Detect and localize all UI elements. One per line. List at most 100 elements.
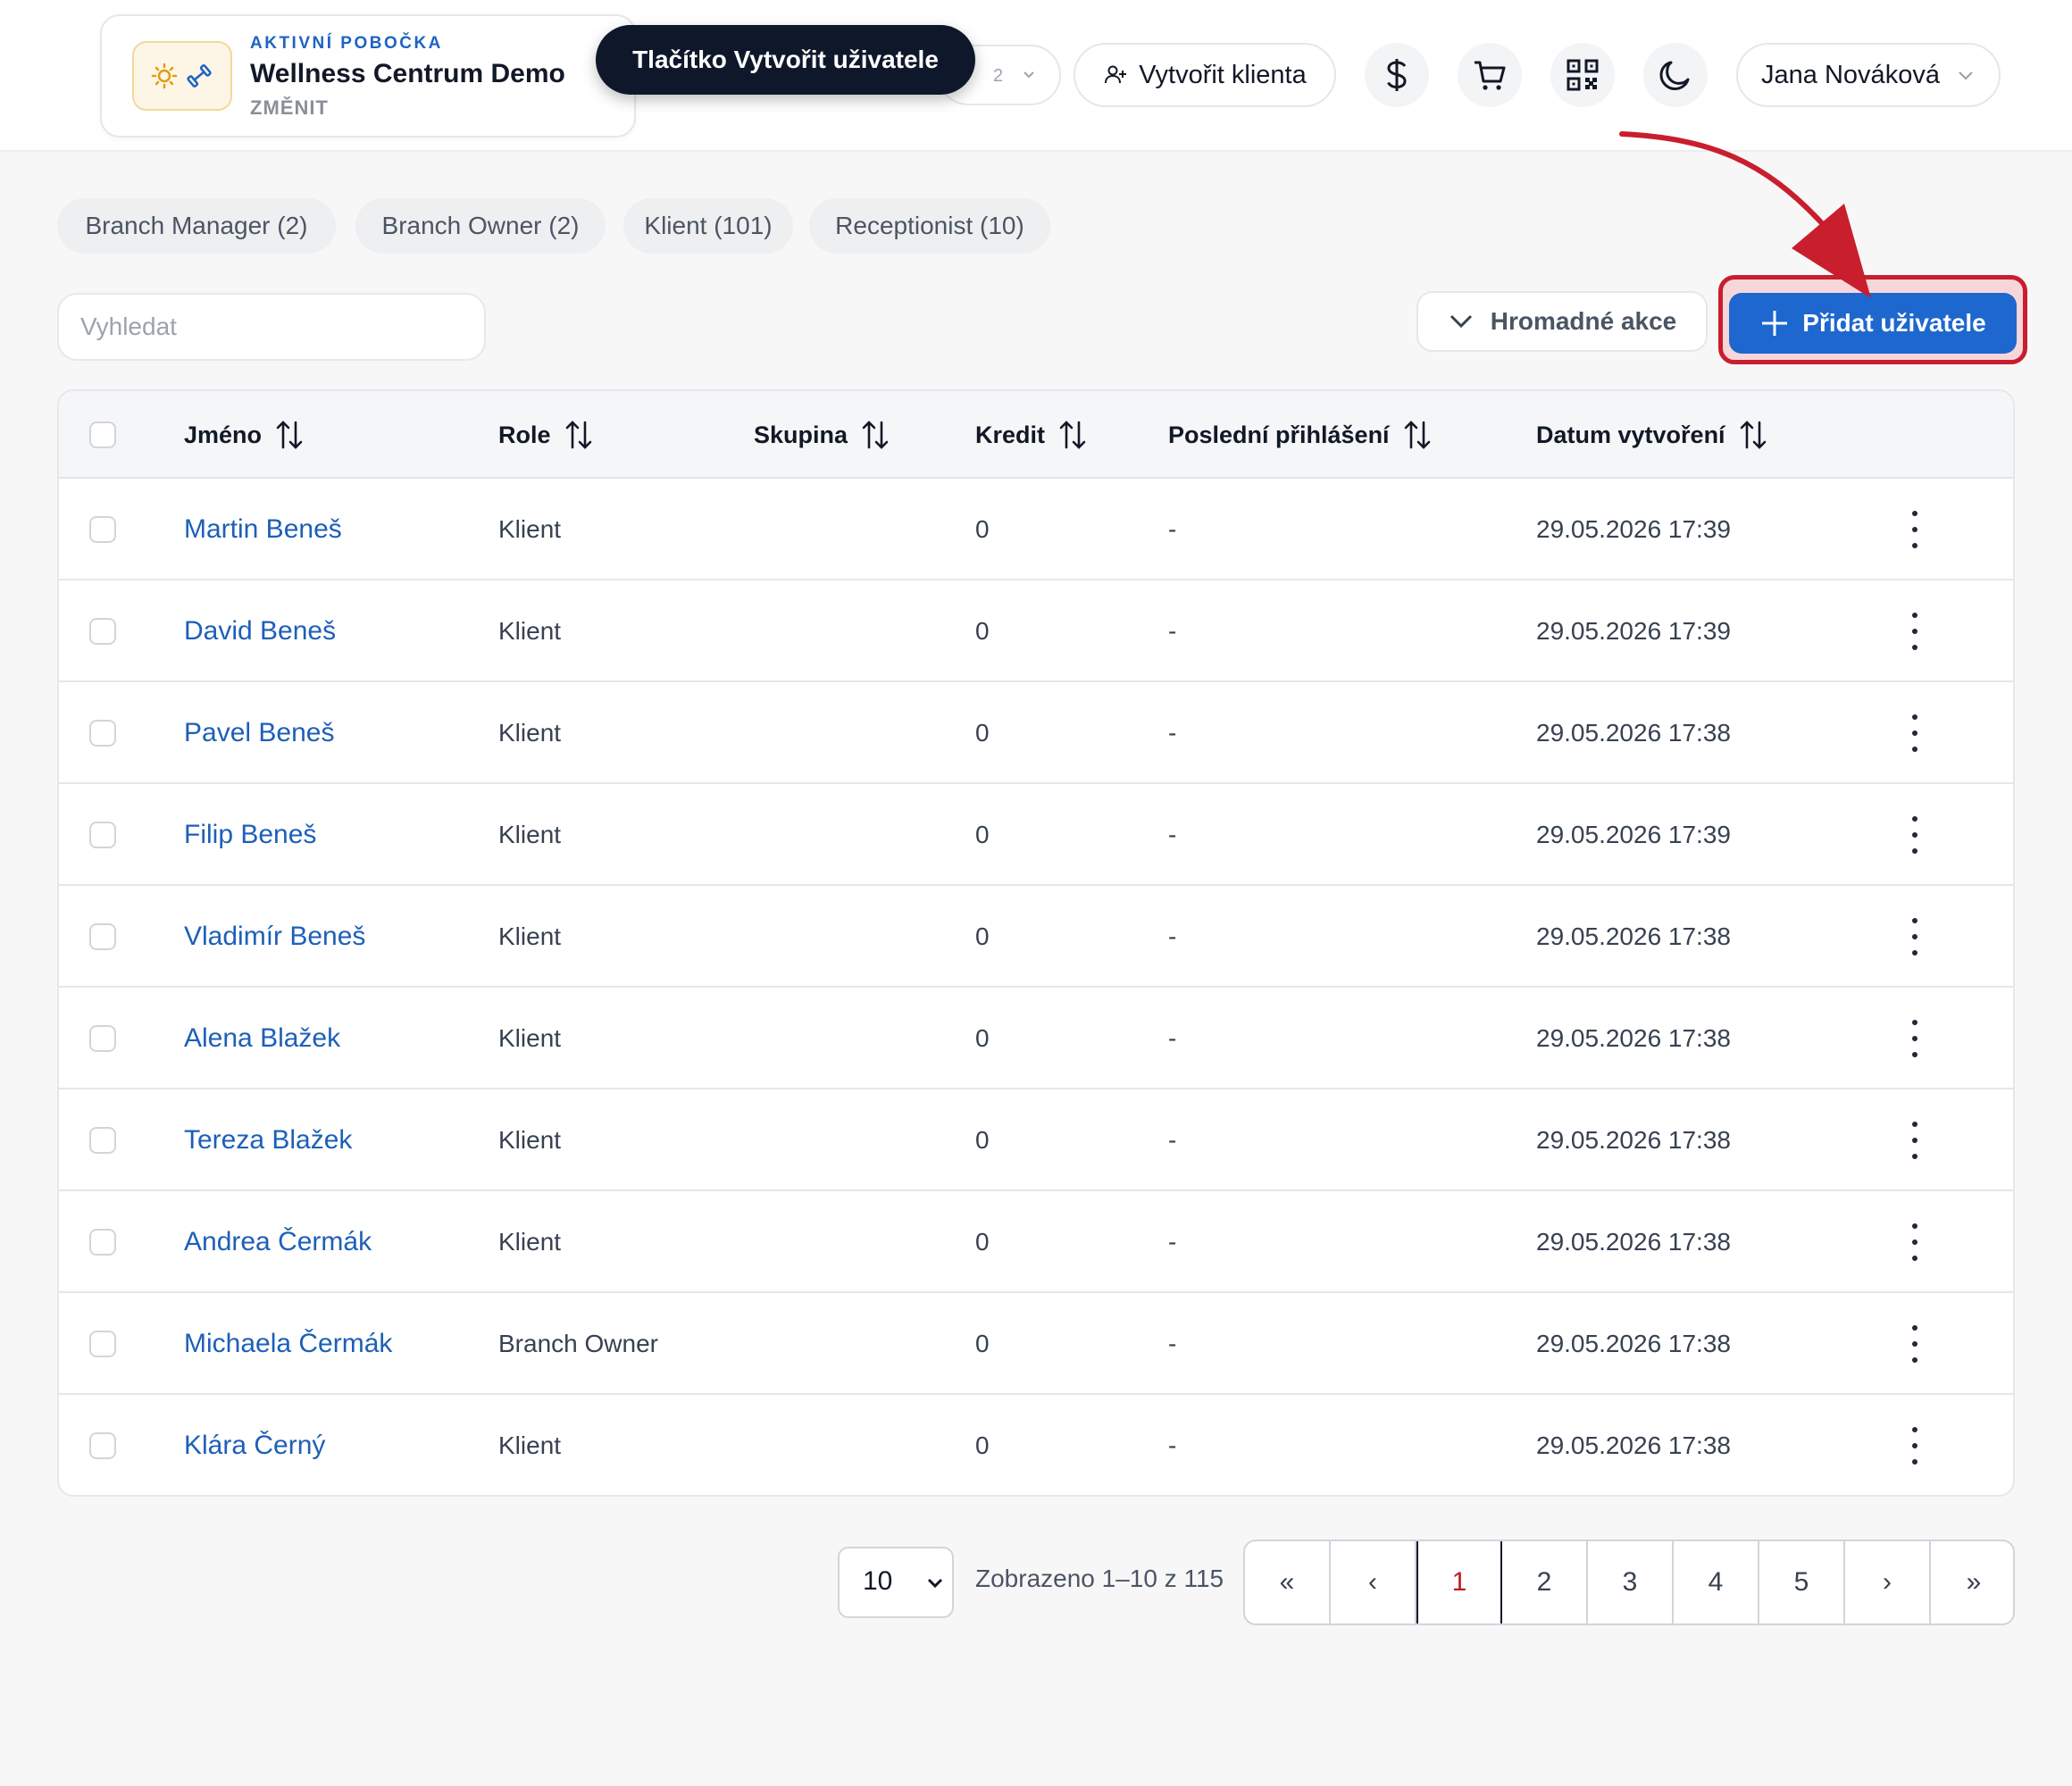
table-row[interactable]: David Beneš Klient 0 - 29.05.2026 17:39 xyxy=(59,580,2013,682)
table-row[interactable]: Alena Blažek Klient 0 - 29.05.2026 17:38 xyxy=(59,988,2013,1089)
cart-button[interactable] xyxy=(1458,43,1522,107)
theme-toggle-button[interactable] xyxy=(1643,43,1708,107)
row-actions-kebab-icon[interactable] xyxy=(1904,613,1926,650)
page-button-1[interactable]: 1 xyxy=(1416,1541,1502,1623)
user-name-link[interactable]: Klára Černý xyxy=(184,1395,325,1495)
pagination: « ‹ 1 2 3 4 5 › » xyxy=(1243,1540,2015,1625)
user-created: 29.05.2026 17:38 xyxy=(1536,1228,1731,1256)
table-row[interactable]: Klára Černý Klient 0 - 29.05.2026 17:38 xyxy=(59,1395,2013,1495)
user-name-link[interactable]: Pavel Beneš xyxy=(184,682,334,784)
per-page-select[interactable]: 10 xyxy=(838,1547,954,1618)
page-button-5[interactable]: 5 xyxy=(1759,1541,1845,1623)
table-row[interactable]: Martin Beneš Klient 0 - 29.05.2026 17:39 xyxy=(59,479,2013,580)
row-actions-kebab-icon[interactable] xyxy=(1904,918,1926,956)
column-header-role[interactable]: Role xyxy=(498,391,594,479)
plus-icon xyxy=(1762,311,1788,336)
chevron-right-icon: › xyxy=(1883,1567,1892,1597)
search-input[interactable] xyxy=(57,293,486,361)
next-page-button[interactable]: › xyxy=(1845,1541,1931,1623)
user-name-link[interactable]: Filip Beneš xyxy=(184,784,316,886)
table-row[interactable]: Vladimír Beneš Klient 0 - 29.05.2026 17:… xyxy=(59,886,2013,988)
user-created: 29.05.2026 17:38 xyxy=(1536,1024,1731,1052)
table-row[interactable]: Michaela Čermák Branch Owner 0 - 29.05.2… xyxy=(59,1293,2013,1395)
filter-chip-receptionist[interactable]: Receptionist (10) xyxy=(809,198,1050,254)
row-checkbox[interactable] xyxy=(89,1229,116,1256)
row-actions-kebab-icon[interactable] xyxy=(1904,1223,1926,1261)
add-user-label: Přidat uživatele xyxy=(1802,309,1986,337)
user-name-link[interactable]: Andrea Čermák xyxy=(184,1191,372,1293)
row-checkbox[interactable] xyxy=(89,720,116,747)
select-all-checkbox[interactable] xyxy=(89,421,116,448)
user-credit: 0 xyxy=(975,515,990,543)
column-header-credit[interactable]: Kredit xyxy=(975,391,1088,479)
filter-chip-branch-manager[interactable]: Branch Manager (2) xyxy=(57,198,336,254)
add-user-button[interactable]: Přidat uživatele xyxy=(1729,293,2017,354)
filter-chip-branch-owner[interactable]: Branch Owner (2) xyxy=(355,198,606,254)
table-row[interactable]: Pavel Beneš Klient 0 - 29.05.2026 17:38 xyxy=(59,682,2013,784)
row-actions-kebab-icon[interactable] xyxy=(1904,816,1926,854)
column-header-label: Datum vytvoření xyxy=(1536,421,1725,448)
row-actions-kebab-icon[interactable] xyxy=(1904,511,1926,548)
table-row[interactable]: Andrea Čermák Klient 0 - 29.05.2026 17:3… xyxy=(59,1191,2013,1293)
user-role: Klient xyxy=(498,515,562,543)
double-chevron-right-icon: » xyxy=(1966,1567,1982,1597)
user-credit: 0 xyxy=(975,1126,990,1154)
branch-logo xyxy=(132,41,232,111)
top-bar: AKTIVNÍ POBOČKA Wellness Centrum Demo ZM… xyxy=(0,0,2072,152)
user-last-login: - xyxy=(1168,1330,1177,1357)
user-menu-button[interactable]: Jana Nováková xyxy=(1736,43,2001,107)
user-last-login: - xyxy=(1168,1431,1177,1459)
user-last-login: - xyxy=(1168,1228,1177,1256)
user-name-link[interactable]: David Beneš xyxy=(184,580,336,682)
user-role: Klient xyxy=(498,1228,562,1256)
page-button-3[interactable]: 3 xyxy=(1588,1541,1674,1623)
bulk-actions-button[interactable]: Hromadné akce xyxy=(1416,291,1708,352)
row-checkbox[interactable] xyxy=(89,822,116,848)
user-name-link[interactable]: Alena Blažek xyxy=(184,988,340,1089)
row-checkbox[interactable] xyxy=(89,516,116,543)
user-role: Klient xyxy=(498,922,562,950)
user-credit: 0 xyxy=(975,821,990,848)
column-header-last-login[interactable]: Poslední přihlášení xyxy=(1168,391,1433,479)
active-branch-card[interactable]: AKTIVNÍ POBOČKA Wellness Centrum Demo ZM… xyxy=(100,14,636,138)
row-actions-kebab-icon[interactable] xyxy=(1904,1122,1926,1159)
column-header-name[interactable]: Jméno xyxy=(184,391,305,479)
row-checkbox[interactable] xyxy=(89,1025,116,1052)
row-checkbox[interactable] xyxy=(89,1331,116,1357)
page-button-4[interactable]: 4 xyxy=(1674,1541,1759,1623)
prices-button[interactable] xyxy=(1365,43,1429,107)
row-actions-kebab-icon[interactable] xyxy=(1904,1427,1926,1465)
user-credit: 0 xyxy=(975,1228,990,1256)
row-checkbox[interactable] xyxy=(89,1432,116,1459)
user-name-link[interactable]: Vladimír Beneš xyxy=(184,886,365,988)
user-name-link[interactable]: Tereza Blažek xyxy=(184,1089,352,1191)
table-row[interactable]: Tereza Blažek Klient 0 - 29.05.2026 17:3… xyxy=(59,1089,2013,1191)
row-checkbox[interactable] xyxy=(89,923,116,950)
qr-code-button[interactable] xyxy=(1550,43,1615,107)
column-header-group[interactable]: Skupina xyxy=(754,391,890,479)
row-actions-kebab-icon[interactable] xyxy=(1904,1020,1926,1057)
user-last-login: - xyxy=(1168,1126,1177,1154)
row-actions-kebab-icon[interactable] xyxy=(1904,714,1926,752)
page-button-2[interactable]: 2 xyxy=(1502,1541,1588,1623)
user-name-link[interactable]: Michaela Čermák xyxy=(184,1293,392,1395)
first-page-button[interactable]: « xyxy=(1245,1541,1331,1623)
previous-page-button[interactable]: ‹ xyxy=(1331,1541,1416,1623)
change-branch-link[interactable]: ZMĚNIT xyxy=(250,96,329,120)
user-name-link[interactable]: Martin Beneš xyxy=(184,479,342,580)
tooltip: Tlačítko Vytvořit uživatele xyxy=(596,25,975,95)
filter-chip-klient[interactable]: Klient (101) xyxy=(623,198,793,254)
sort-icon xyxy=(1740,421,1766,449)
row-actions-kebab-icon[interactable] xyxy=(1904,1325,1926,1363)
user-created: 29.05.2026 17:38 xyxy=(1536,922,1731,950)
last-page-button[interactable]: » xyxy=(1931,1541,2013,1623)
column-header-created[interactable]: Datum vytvoření xyxy=(1536,391,1768,479)
chevron-down-icon xyxy=(1959,71,1973,80)
column-header-label: Jméno xyxy=(184,421,263,448)
create-client-button[interactable]: Vytvořit klienta xyxy=(1074,43,1336,107)
row-checkbox[interactable] xyxy=(89,618,116,645)
table-row[interactable]: Filip Beneš Klient 0 - 29.05.2026 17:39 xyxy=(59,784,2013,886)
row-checkbox[interactable] xyxy=(89,1127,116,1154)
column-header-label: Role xyxy=(498,421,551,448)
user-created: 29.05.2026 17:39 xyxy=(1536,515,1731,543)
